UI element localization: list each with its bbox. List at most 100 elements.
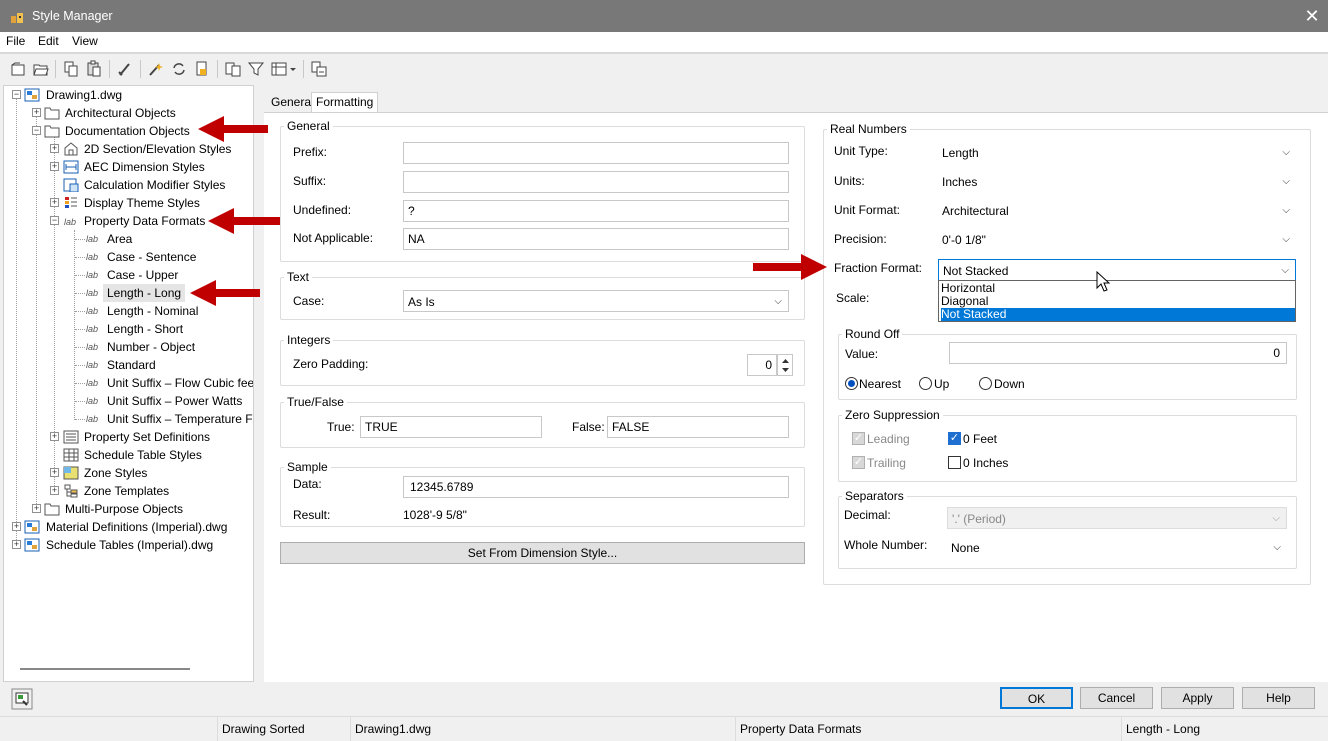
close-icon[interactable]: ✕ [1302, 6, 1322, 26]
zero-padding-input[interactable]: 0 [747, 354, 777, 376]
tree-item-format[interactable]: Area [103, 230, 136, 248]
horizontal-scrollbar[interactable] [20, 668, 190, 670]
tree-item-zone-styles[interactable]: Zone Styles [84, 464, 147, 482]
style-tree[interactable]: − Drawing1.dwg + Architectural Objects −… [3, 85, 254, 682]
expand-toggle[interactable]: + [50, 198, 59, 207]
tree-item-format[interactable]: Number - Object [103, 338, 199, 356]
spin-up-icon[interactable] [781, 357, 790, 364]
fraction-format-select[interactable]: Not Stacked ⌵ [938, 259, 1296, 281]
tree-item-format[interactable]: Length - Short [103, 320, 187, 338]
purge-icon[interactable] [116, 60, 134, 78]
expand-toggle[interactable]: + [50, 486, 59, 495]
sample-data-input[interactable]: 12345.6789 [403, 476, 789, 498]
tree-item-zone-templates[interactable]: Zone Templates [84, 482, 169, 500]
precision-select[interactable]: 0'-0 1/8" ⌵ [938, 229, 1296, 251]
collapse-toggle[interactable]: − [32, 126, 41, 135]
expand-toggle[interactable]: + [50, 432, 59, 441]
tree-item-multi-purpose[interactable]: Multi-Purpose Objects [65, 500, 183, 518]
view-dropdown-icon[interactable] [270, 60, 298, 78]
expand-toggle[interactable]: + [50, 144, 59, 153]
expand-toggle[interactable]: + [50, 162, 59, 171]
tree-item-architectural[interactable]: Architectural Objects [65, 104, 176, 122]
nearest-label[interactable]: Nearest [859, 377, 901, 391]
fraction-format-dropdown-list[interactable]: Horizontal Diagonal Not Stacked [938, 280, 1296, 322]
expand-toggle[interactable]: + [32, 108, 41, 117]
up-label[interactable]: Up [934, 377, 949, 391]
suffix-input[interactable] [403, 171, 789, 193]
undefined-input[interactable]: ? [403, 200, 789, 222]
ok-button[interactable]: OK [1000, 687, 1073, 709]
new-icon[interactable] [9, 60, 27, 78]
preview-toggle-icon[interactable] [11, 688, 33, 710]
units-select[interactable]: Inches ⌵ [938, 171, 1296, 193]
expand-toggle[interactable]: + [32, 504, 41, 513]
tree-item-format[interactable]: Length - Long [103, 284, 186, 302]
tree-item-format[interactable]: Unit Suffix – Power Watts [103, 392, 246, 410]
tree-item-format[interactable]: Unit Suffix – Temperature Fa [103, 410, 253, 428]
zero-feet-label[interactable]: 0 Feet [963, 432, 997, 446]
tree-item-calculation-modifier[interactable]: Calculation Modifier Styles [84, 176, 225, 194]
false-input[interactable]: FALSE [607, 416, 789, 438]
prefix-input[interactable] [403, 142, 789, 164]
cancel-button[interactable]: Cancel [1080, 687, 1153, 709]
expand-toggle[interactable]: + [12, 522, 21, 531]
toggle-view-icon[interactable] [224, 60, 242, 78]
case-select[interactable]: As Is ⌵ [403, 290, 789, 312]
menu-view[interactable]: View [72, 34, 98, 48]
not-applicable-input[interactable]: NA [403, 228, 789, 250]
down-label[interactable]: Down [994, 377, 1025, 391]
tab-formatting[interactable]: Formatting [311, 92, 379, 112]
tree-item-documentation[interactable]: Documentation Objects [65, 122, 190, 140]
filter-icon[interactable] [247, 60, 265, 78]
menu-edit[interactable]: Edit [38, 34, 59, 48]
zero-inches-checkbox[interactable] [948, 456, 961, 469]
tree-item-schedule-table-styles[interactable]: Schedule Table Styles [84, 446, 202, 464]
zero-inches-label[interactable]: 0 Inches [963, 456, 1008, 470]
expand-toggle[interactable]: + [50, 468, 59, 477]
tree-item-schedule-tables[interactable]: Schedule Tables (Imperial).dwg [46, 536, 213, 554]
down-radio[interactable] [979, 377, 992, 390]
tree-item-display-theme[interactable]: Display Theme Styles [84, 194, 200, 212]
spin-down-icon[interactable] [781, 367, 790, 374]
zero-feet-checkbox[interactable]: ✓ [948, 432, 961, 445]
menu-file[interactable]: File [6, 34, 25, 48]
tree-item-material-definitions[interactable]: Material Definitions (Imperial).dwg [46, 518, 227, 536]
pane-splitter[interactable] [257, 85, 263, 682]
sync-icon[interactable] [170, 60, 188, 78]
open-icon[interactable] [32, 60, 50, 78]
tree-item-format[interactable]: Standard [103, 356, 160, 374]
collapse-toggle[interactable]: − [50, 216, 59, 225]
help-button[interactable]: Help [1242, 687, 1315, 709]
trailing-checkbox[interactable]: ✓ [852, 456, 865, 469]
decimal-select[interactable]: '.' (Period) ⌵ [947, 507, 1287, 529]
zero-padding-spinner[interactable] [777, 354, 793, 376]
tree-item-format[interactable]: Unit Suffix – Flow Cubic feet [103, 374, 253, 392]
tree-item-property-data-formats[interactable]: Property Data Formats [84, 212, 205, 230]
unit-type-select[interactable]: Length ⌵ [938, 142, 1296, 164]
apply-button[interactable]: Apply [1161, 687, 1234, 709]
tree-item-aec-dimension[interactable]: AEC Dimension Styles [84, 158, 205, 176]
expand-toggle[interactable]: + [12, 540, 21, 549]
tree-item-section-elevation[interactable]: 2D Section/Elevation Styles [84, 140, 231, 158]
fraction-option-not-stacked[interactable]: Not Stacked [941, 308, 1295, 321]
tree-item-root[interactable]: Drawing1.dwg [46, 86, 122, 104]
tree-item-property-sets[interactable]: Property Set Definitions [84, 428, 210, 446]
set-from-dimension-style-button[interactable]: Set From Dimension Style... [280, 542, 805, 564]
up-radio[interactable] [919, 377, 932, 390]
nearest-radio[interactable] [845, 377, 858, 390]
collapse-toggle[interactable]: − [12, 90, 21, 99]
tree-item-format[interactable]: Case - Upper [103, 266, 182, 284]
tree-item-format[interactable]: Case - Sentence [103, 248, 200, 266]
set-from-icon[interactable] [193, 60, 211, 78]
fraction-option-horizontal[interactable]: Horizontal [941, 282, 1295, 295]
paste-icon[interactable] [85, 60, 103, 78]
leading-checkbox[interactable]: ✓ [852, 432, 865, 445]
copy-icon[interactable] [62, 60, 80, 78]
whole-number-select[interactable]: None ⌵ [947, 537, 1287, 559]
round-off-value-input[interactable]: 0 [949, 342, 1287, 364]
inline-edit-icon[interactable] [310, 60, 328, 78]
tree-item-format[interactable]: Length - Nominal [103, 302, 202, 320]
unit-format-select[interactable]: Architectural ⌵ [938, 200, 1296, 222]
true-input[interactable]: TRUE [360, 416, 542, 438]
edit-icon[interactable] [147, 60, 165, 78]
